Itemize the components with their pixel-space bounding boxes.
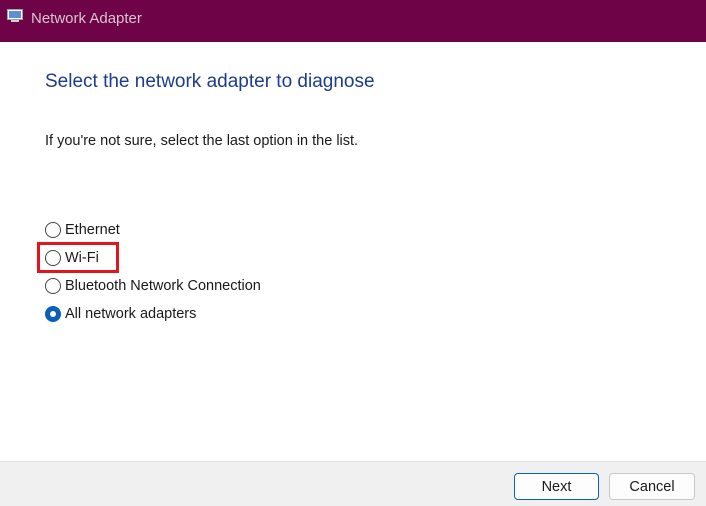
- next-button[interactable]: Next: [514, 473, 599, 500]
- highlight-box: [37, 242, 119, 273]
- option-label: All network adapters: [65, 306, 197, 322]
- option-ethernet[interactable]: Ethernet: [45, 219, 120, 241]
- radio-button-selected[interactable]: [45, 306, 61, 322]
- option-all-adapters[interactable]: All network adapters: [45, 303, 196, 325]
- option-label: Bluetooth Network Connection: [65, 278, 261, 294]
- window-title: Network Adapter: [31, 10, 142, 27]
- title-bar: Network Adapter: [0, 0, 706, 42]
- radio-dot: [50, 311, 56, 317]
- network-adapter-icon: [7, 9, 23, 22]
- radio-button[interactable]: [45, 222, 61, 238]
- radio-button[interactable]: [45, 278, 61, 294]
- option-label: Ethernet: [65, 222, 120, 238]
- instruction-text: If you're not sure, select the last opti…: [45, 133, 359, 149]
- option-bluetooth[interactable]: Bluetooth Network Connection: [45, 275, 261, 297]
- page-heading: Select the network adapter to diagnose: [45, 71, 375, 92]
- dialog-footer: [0, 461, 706, 506]
- cancel-button[interactable]: Cancel: [609, 473, 695, 500]
